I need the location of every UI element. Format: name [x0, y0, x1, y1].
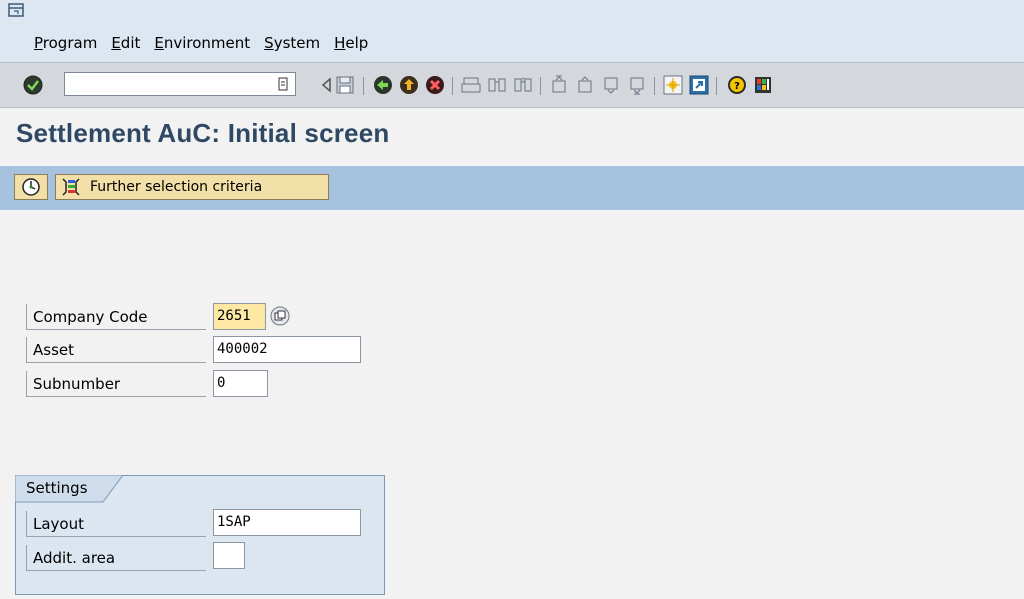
- find-icon[interactable]: [486, 74, 508, 96]
- toolbar-separator: [540, 77, 541, 95]
- command-field[interactable]: [64, 72, 296, 96]
- menu-environment[interactable]: Environment: [154, 34, 250, 52]
- addit-area-label: Addit. area: [26, 545, 206, 571]
- company-code-input[interactable]: 2651: [213, 303, 266, 330]
- further-selection-criteria-button[interactable]: Further selection criteria: [55, 174, 329, 200]
- page-title: Settlement AuC: Initial screen: [16, 118, 390, 148]
- selection-criteria-icon: [62, 178, 80, 196]
- toolbar-separator: [716, 77, 717, 95]
- value-help-icon[interactable]: [270, 306, 290, 326]
- back-icon[interactable]: [372, 74, 394, 96]
- svg-text:+: +: [520, 76, 525, 83]
- command-history-icon[interactable]: [277, 76, 289, 92]
- layout-label: Layout: [26, 511, 206, 537]
- last-page-icon[interactable]: [626, 74, 648, 96]
- customize-layout-icon[interactable]: [752, 74, 774, 96]
- further-selection-criteria-label: Further selection criteria: [90, 179, 263, 195]
- exit-icon[interactable]: [398, 74, 420, 96]
- execute-button[interactable]: [14, 174, 48, 200]
- menu-program[interactable]: Program: [34, 34, 97, 52]
- create-session-icon[interactable]: [662, 74, 684, 96]
- settings-group-title: Settings: [26, 479, 88, 497]
- enter-icon[interactable]: [22, 74, 44, 96]
- asset-input[interactable]: 400002: [213, 336, 361, 363]
- help-icon[interactable]: ?: [726, 74, 748, 96]
- application-toolbar: Further selection criteria: [0, 166, 1024, 210]
- subnumber-label: Subnumber: [26, 371, 206, 397]
- next-page-icon[interactable]: [600, 74, 622, 96]
- menu-area: Program Edit Environment System Help: [0, 0, 1024, 62]
- toolbar-separator: [654, 77, 655, 95]
- addit-area-checkbox[interactable]: [213, 542, 245, 569]
- previous-page-icon[interactable]: [574, 74, 596, 96]
- toolbar-separator: [452, 77, 453, 95]
- standard-toolbar: + ?: [0, 62, 1024, 108]
- shortcut-icon[interactable]: [688, 74, 710, 96]
- system-menu-icon[interactable]: [8, 3, 24, 17]
- find-next-icon[interactable]: +: [512, 74, 534, 96]
- layout-input[interactable]: 1SAP: [213, 509, 361, 536]
- menu-edit[interactable]: Edit: [111, 34, 140, 52]
- company-code-label: Company Code: [26, 304, 206, 330]
- save-icon[interactable]: [334, 74, 356, 96]
- execute-icon: [22, 178, 40, 196]
- menu-help[interactable]: Help: [334, 34, 368, 52]
- first-page-icon[interactable]: [548, 74, 570, 96]
- asset-label: Asset: [26, 337, 206, 363]
- svg-text:?: ?: [734, 81, 740, 92]
- subnumber-input[interactable]: 0: [213, 370, 268, 397]
- toolbar-separator: [363, 77, 364, 95]
- cancel-icon[interactable]: [424, 74, 446, 96]
- menu-bar: Program Edit Environment System Help: [34, 34, 382, 52]
- print-icon[interactable]: [460, 74, 482, 96]
- menu-system[interactable]: System: [264, 34, 320, 52]
